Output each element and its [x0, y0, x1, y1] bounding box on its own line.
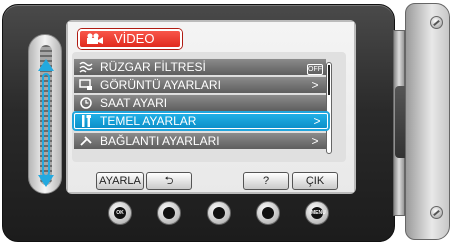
hardware-button-4[interactable] [256, 201, 280, 225]
menu-button-label: MENU [311, 207, 326, 219]
menu-item-display-settings[interactable]: GÖRÜNTÜ AYARLARI > [74, 76, 326, 93]
tools-icon [78, 114, 94, 128]
menu-button[interactable]: MENU [305, 201, 329, 225]
off-badge-icon: OFF [307, 63, 323, 75]
scrollbar-thumb[interactable] [328, 65, 330, 95]
scroll-slider[interactable] [28, 34, 62, 194]
soft-button-bar: AYARLA ⮌ ? ÇIK [68, 172, 354, 190]
back-button[interactable]: ⮌ [146, 172, 192, 190]
screw-icon [430, 16, 443, 29]
menu-item-label: TEMEL AYARLAR [100, 113, 197, 128]
lcd-screen: VİDEO RÜZGAR FİLTRESİ OFF GÖRÜNTÜ AYARLA… [68, 22, 354, 192]
menu-item-label: SAAT AYARI [100, 95, 168, 110]
screw-icon [430, 206, 443, 219]
back-arrow-icon: ⮌ [164, 175, 174, 187]
video-camera-icon [86, 33, 104, 45]
menu-item-clock[interactable]: SAAT AYARI [74, 94, 326, 111]
arrow-down-icon [38, 175, 54, 187]
menu-panel: RÜZGAR FİLTRESİ OFF GÖRÜNTÜ AYARLARI > S… [72, 52, 346, 162]
menu-item-label: BAĞLANTI AYARLARI [100, 133, 220, 148]
wind-filter-icon [78, 60, 94, 74]
hardware-button-3[interactable] [207, 201, 231, 225]
help-button[interactable]: ? [243, 172, 289, 190]
menu-title: VİDEO [114, 31, 155, 46]
chevron-right-icon: > [311, 77, 319, 92]
ok-button[interactable]: OK [108, 201, 132, 225]
set-button[interactable]: AYARLA [96, 172, 144, 190]
display-settings-icon [78, 78, 94, 92]
chevron-right-icon: > [313, 113, 321, 128]
menu-item-wind-filter[interactable]: RÜZGAR FİLTRESİ OFF [74, 58, 326, 75]
chevron-right-icon: > [311, 133, 319, 148]
hardware-button-2[interactable] [157, 201, 181, 225]
menu-item-label: RÜZGAR FİLTRESİ [100, 59, 206, 74]
menu-scrollbar[interactable] [326, 62, 332, 154]
menu-item-connection[interactable]: BAĞLANTI AYARLARI > [74, 132, 326, 149]
menu-item-basic-settings[interactable]: TEMEL AYARLAR > [72, 111, 330, 131]
connection-icon [78, 134, 94, 148]
camera-side-panel [405, 3, 450, 240]
menu-item-label: GÖRÜNTÜ AYARLARI [100, 77, 221, 92]
arrow-up-icon [38, 59, 54, 71]
ok-button-label: OK [114, 207, 126, 219]
menu-tab-video[interactable]: VİDEO [78, 29, 182, 49]
clock-icon [78, 96, 94, 110]
exit-button[interactable]: ÇIK [292, 172, 338, 190]
slider-highlight [42, 73, 50, 177]
